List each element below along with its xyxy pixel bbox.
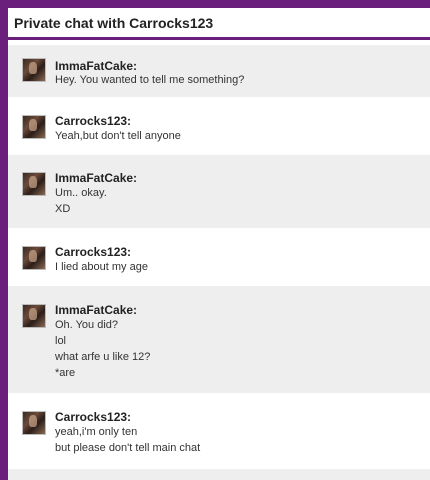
message-author[interactable]: Carrocks123: bbox=[55, 114, 131, 128]
message-text: Um.. okay. bbox=[55, 187, 107, 199]
message-text: but please don't tell main chat bbox=[55, 442, 201, 454]
chat-title: Private chat with Carrocks123 bbox=[14, 14, 214, 31]
message-author[interactable]: Carrocks123: bbox=[55, 410, 131, 424]
message-text: Oh. You did? bbox=[55, 319, 119, 331]
user-avatar[interactable] bbox=[22, 304, 46, 328]
message-author[interactable]: Carrocks123: bbox=[55, 245, 131, 259]
user-avatar[interactable] bbox=[22, 172, 46, 196]
message-item: Carrocks123: yeah,i'm only ten but pleas… bbox=[8, 393, 430, 469]
user-avatar[interactable] bbox=[22, 246, 46, 270]
message-text: what arfe u like 12? bbox=[55, 351, 151, 363]
message-author[interactable]: ImmaFatCake: bbox=[55, 303, 137, 317]
message-text: I lied about my age bbox=[55, 261, 148, 273]
message-text: Yeah,but don't tell anyone bbox=[55, 130, 181, 142]
user-avatar[interactable] bbox=[22, 58, 46, 82]
message-item: Carrocks123: Yeah,but don't tell anyone bbox=[8, 97, 430, 155]
message-author[interactable]: ImmaFatCake: bbox=[55, 171, 137, 185]
user-avatar[interactable] bbox=[22, 411, 46, 435]
message-text: lol bbox=[55, 335, 67, 347]
user-avatar[interactable] bbox=[22, 115, 46, 139]
message-author[interactable]: ImmaFatCake: bbox=[55, 59, 137, 73]
message-item: ImmaFatCake: Hey. You wanted to tell me … bbox=[8, 45, 430, 97]
chat-window: Private chat with Carrocks123 ImmaFatCak… bbox=[8, 8, 430, 480]
message-text: Hey. You wanted to tell me something? bbox=[55, 74, 245, 86]
message-text: XD bbox=[55, 203, 71, 215]
message-item bbox=[8, 469, 430, 480]
message-text: *are bbox=[55, 367, 76, 379]
message-item: ImmaFatCake: Oh. You did? lol what arfe … bbox=[8, 286, 430, 393]
chat-title-bar: Private chat with Carrocks123 bbox=[8, 8, 430, 40]
message-item: ImmaFatCake: Um.. okay. XD bbox=[8, 155, 430, 228]
message-text: yeah,i'm only ten bbox=[55, 426, 138, 438]
message-item: Carrocks123: I lied about my age bbox=[8, 228, 430, 286]
